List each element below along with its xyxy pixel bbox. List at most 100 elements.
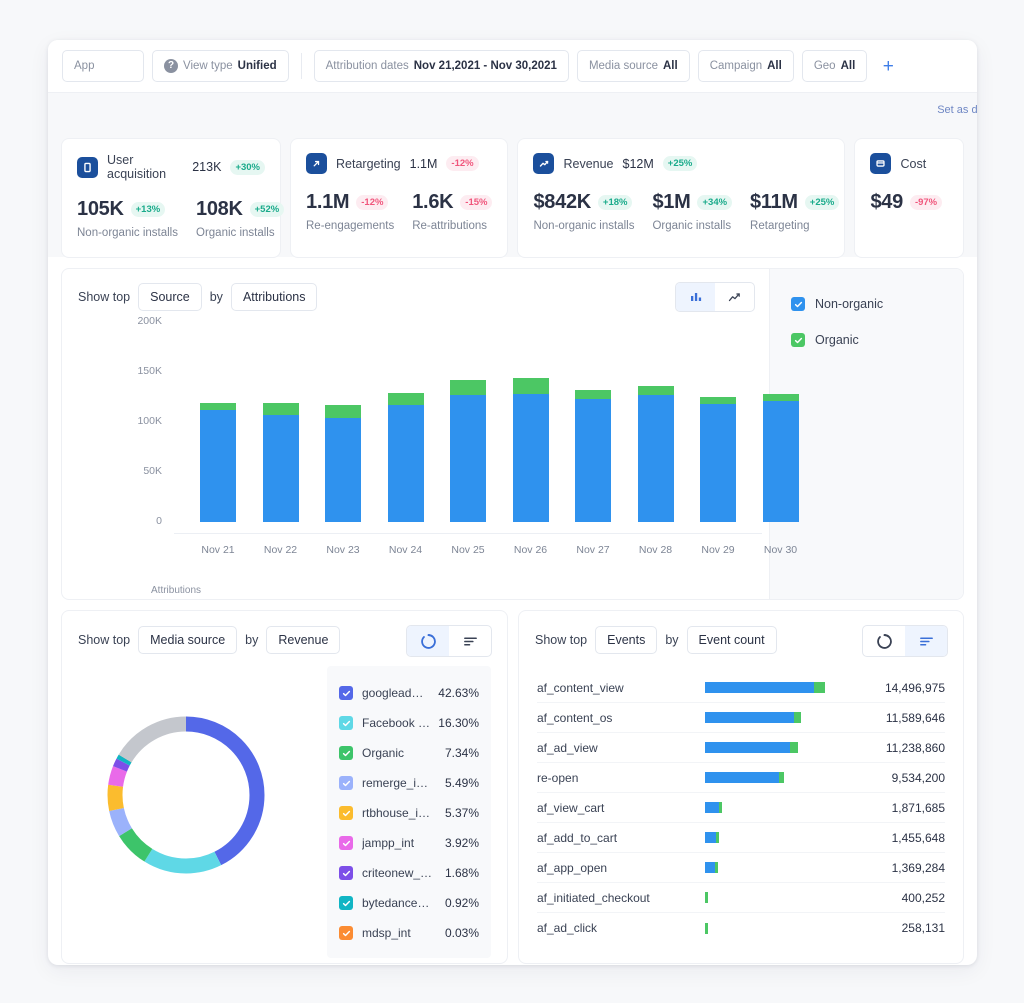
kpi-metric-value: $49 [870,191,902,214]
donut-chart-icon[interactable] [407,626,449,656]
kpi-card-user-acquisition[interactable]: User acquisition 213K +30% 105K +13% Non… [62,139,280,257]
kpi-metric-value: $1M [652,191,690,214]
kpi-metric-label: Non-organic installs [533,220,634,232]
bar-segment-organic [763,394,799,401]
list-item[interactable]: bytedance… 0.92% [339,888,479,918]
kpi-metric-label: Organic installs [652,220,732,232]
ranked-list-icon[interactable] [449,626,491,656]
list-item[interactable]: criteonew_…1.68% [339,858,479,888]
table-row[interactable]: af_add_to_cart1,455,648 [537,823,945,853]
x-axis-tick: Nov 26 [500,544,562,556]
add-filter-icon[interactable]: + [875,53,901,79]
checkbox-checked-icon[interactable] [339,896,353,910]
bar-stack[interactable] [263,403,299,522]
bar-segment-non-organic [705,862,715,873]
event-count-value: 1,871,685 [853,801,945,815]
campaign-filter[interactable]: Campaign All [698,50,794,82]
set-as-default-link[interactable]: Set as defau [937,104,977,116]
bar-stack[interactable] [325,405,361,522]
event-bar [705,802,853,813]
table-row[interactable]: af_view_cart1,871,685 [537,793,945,823]
y-axis-tick: 0 [122,515,162,527]
checkbox-checked-icon[interactable] [339,746,353,760]
checkbox-checked-icon[interactable] [339,806,353,820]
event-name: re-open [537,771,705,785]
table-row[interactable]: af_ad_view11,238,860 [537,733,945,763]
list-item[interactable]: mdsp_int0.03% [339,918,479,948]
kpi-card-cost[interactable]: Cost $49 -97% [855,139,963,257]
bar-stack[interactable] [700,397,736,522]
ranked-list-icon[interactable] [905,626,947,656]
legend-label: bytedance… [362,896,436,910]
filter-bar: App ? View type Unified Attribution date… [48,40,977,92]
bar-stack[interactable] [575,390,611,522]
table-row[interactable]: af_ad_click258,131 [537,913,945,943]
bar-segment-organic [200,403,236,410]
list-item[interactable]: rtbhouse_i…5.37% [339,798,479,828]
metric-select[interactable]: Event count [687,626,777,654]
legend-label: jampp_int [362,836,436,850]
table-row[interactable]: af_initiated_checkout400,252 [537,883,945,913]
checkbox-checked-icon[interactable] [339,776,353,790]
by-label: by [665,633,678,647]
revenue-donut-chart [98,707,274,883]
list-item[interactable]: remerge_i…5.49% [339,768,479,798]
bar-stack[interactable] [200,403,236,522]
event-bar [705,682,853,693]
x-axis-line [174,533,762,534]
table-row[interactable]: af_content_os11,589,646 [537,703,945,733]
kpi-header: Revenue $12M +25% [533,153,829,174]
list-item[interactable]: Facebook …16.30% [339,708,479,738]
checkbox-checked-icon[interactable] [339,686,353,700]
kpi-metric: $842K +18% Non-organic installs [533,191,634,232]
bar-segment-non-organic [705,682,814,693]
bar-stack[interactable] [763,394,799,522]
checkbox-checked-icon[interactable] [791,297,805,311]
bar-segment-organic [779,772,784,783]
legend-item-non-organic[interactable]: Non-organic [791,297,963,311]
attribution-dates-label: Attribution dates [326,60,409,72]
table-row[interactable]: re-open 9,534,200 [537,763,945,793]
show-top-label: Show top [535,633,587,647]
attribution-dates-filter[interactable]: Attribution dates Nov 21,2021 - Nov 30,2… [314,50,569,82]
dimension-select[interactable]: Events [595,626,657,654]
kpi-card-revenue[interactable]: Revenue $12M +25% $842K +18% Non-organic… [518,139,844,257]
checkbox-checked-icon[interactable] [339,866,353,880]
y-axis-tick: 50K [122,465,162,477]
kpi-card-retargeting[interactable]: Retargeting 1.1M -12% 1.1M -12% Re-engag… [291,139,507,257]
geo-filter[interactable]: Geo All [802,50,867,82]
attributions-chart-panel: Show top Source by Attributions Attribut… [62,269,963,599]
event-count-value: 258,131 [853,921,945,935]
media-source-filter[interactable]: Media source All [577,50,690,82]
bar-stack[interactable] [450,380,486,522]
table-row[interactable]: af_app_open1,369,284 [537,853,945,883]
media-source-filter-value: All [663,60,678,72]
bar-stack[interactable] [638,386,674,522]
checkbox-checked-icon[interactable] [339,926,353,940]
bar-stack[interactable] [388,393,424,522]
bar-stack[interactable] [513,378,549,522]
view-type-filter[interactable]: ? View type Unified [152,50,289,82]
kpi-title: Retargeting [336,157,401,171]
table-row[interactable]: af_content_view14,496,975 [537,673,945,703]
checkbox-checked-icon[interactable] [339,836,353,850]
bar-segment-organic [705,892,708,903]
app-filter-label: App [74,60,94,72]
checkbox-checked-icon[interactable] [339,716,353,730]
kpi-metrics: $842K +18% Non-organic installs $1M +34%… [533,191,829,232]
mobile-device-icon [77,157,98,178]
event-bar [705,862,853,873]
donut-chart-icon[interactable] [863,626,905,656]
x-axis-tick: Nov 23 [312,544,374,556]
legend-value: 0.92% [445,896,479,910]
event-count-value: 9,534,200 [853,771,945,785]
metric-select[interactable]: Revenue [266,626,340,654]
legend-item-organic[interactable]: Organic [791,333,963,347]
list-item[interactable]: Organic7.34% [339,738,479,768]
list-item[interactable]: jampp_int3.92% [339,828,479,858]
app-filter[interactable]: App [62,50,144,82]
dimension-select[interactable]: Media source [138,626,237,654]
checkbox-checked-icon[interactable] [791,333,805,347]
dashboard-page: App ? View type Unified Attribution date… [48,40,977,965]
list-item[interactable]: googlead…42.63% [339,678,479,708]
